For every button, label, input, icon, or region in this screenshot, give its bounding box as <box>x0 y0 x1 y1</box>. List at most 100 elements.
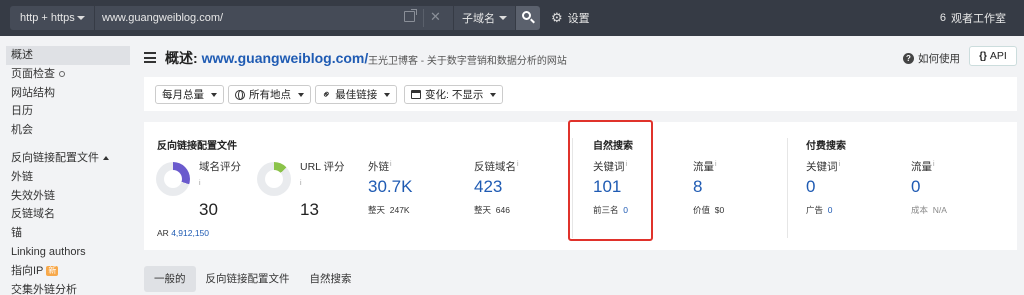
dropdown-label: 最佳链接 <box>335 89 378 101</box>
dropdown-label: 所有地点 <box>249 89 291 101</box>
sidebar-section-label: 反向链接配置文件 <box>11 151 99 164</box>
sidebar-section-backlink-profile[interactable]: 反向链接配置文件 <box>0 149 130 168</box>
globe-icon <box>235 89 245 100</box>
referring-domains-value[interactable]: 423 <box>474 177 502 197</box>
observer-button[interactable]: 6 观者工作室 <box>940 10 1006 26</box>
code-braces-icon: {} <box>979 50 987 62</box>
search-icon <box>59 70 65 77</box>
page-title-url[interactable]: www.guangweiblog.com/ <box>202 50 369 66</box>
calendar-icon <box>411 90 421 99</box>
question-icon: ? <box>903 53 914 64</box>
sidebar-item-linking-authors[interactable]: Linking authors <box>0 243 130 262</box>
chevron-down-icon <box>298 92 304 97</box>
sidebar-item-label: 指向IP <box>11 264 44 277</box>
location-dropdown[interactable]: 所有地点 <box>228 85 311 104</box>
chevron-down-icon <box>77 16 85 20</box>
ahrefs-rank-value[interactable]: 4,912,150 <box>171 228 209 238</box>
metric-label-text: 流量 <box>693 161 714 173</box>
sidebar-item-referring-ips[interactable]: 指向IP 新 <box>0 262 130 281</box>
info-icon[interactable]: i <box>933 161 935 168</box>
sidebar-item-referring-domains[interactable]: 反链域名 <box>0 205 130 224</box>
chevron-down-icon <box>384 92 391 97</box>
info-icon[interactable]: i <box>199 180 201 187</box>
link-icon: ⚭ <box>319 87 335 103</box>
monthly-volume-dropdown[interactable]: 每月总量 <box>155 85 224 104</box>
search-button[interactable] <box>516 6 540 30</box>
how-to-use-link[interactable]: ? 如何使用 <box>903 51 960 66</box>
paid-keywords-label: 关键词i <box>806 159 840 174</box>
page-title-prefix: 概述: <box>165 50 202 66</box>
external-link-icon[interactable] <box>404 9 417 22</box>
dropdown-label: 每月总量 <box>162 89 204 101</box>
chevron-up-icon <box>103 156 109 161</box>
info-icon[interactable]: i <box>839 161 841 168</box>
paid-ads: 广告 0 <box>806 204 832 216</box>
organic-traffic-value-usd: 价值 $0 <box>693 204 724 216</box>
sidebar-item-label: 日历 <box>11 105 33 118</box>
paid-traffic-value[interactable]: 0 <box>911 177 920 197</box>
sidebar-item-broken-backlinks[interactable]: 失效外链 <box>0 187 130 206</box>
sidebar-item-label: 反链域名 <box>11 208 55 221</box>
url-input[interactable]: www.guangweiblog.com/ <box>95 6 453 30</box>
referring-domains-label: 反链域名i <box>474 159 519 174</box>
mode-label: 子域名 <box>462 13 495 25</box>
backlinks-value[interactable]: 30.7K <box>368 177 412 197</box>
close-icon[interactable]: ✕ <box>430 9 441 25</box>
tab-general[interactable]: 一般的 <box>144 266 196 292</box>
ahrefs-rank-label: AR <box>157 228 169 238</box>
sidebar: 概述 页面检查 网站结构 日历 机会 反向链接配置文件 外链 失效外链 反链域名… <box>0 36 130 295</box>
protocol-select[interactable]: http + https <box>10 6 94 30</box>
metric-label-text: 关键词 <box>806 161 838 173</box>
sub-label: 广告 <box>806 205 824 215</box>
chevron-down-icon <box>211 92 217 97</box>
new-badge: 新 <box>46 265 59 276</box>
paid-keywords-value[interactable]: 0 <box>806 177 815 197</box>
sidebar-item-link-intersect[interactable]: 交集外链分析 <box>0 281 130 295</box>
paid-search-title: 付费搜索 <box>806 141 846 152</box>
domain-rating-donut <box>156 162 190 196</box>
url-rating-value: 13 <box>300 200 319 219</box>
info-icon[interactable]: i <box>517 161 519 168</box>
divider <box>423 9 424 27</box>
sub-value: 646 <box>495 205 510 215</box>
gear-icon: ⚙ <box>551 10 563 25</box>
sidebar-item-page-inspect[interactable]: 页面检查 <box>0 65 130 84</box>
sidebar-item-label: 网站结构 <box>11 86 55 99</box>
dropdown-label: 变化: 不显示 <box>425 89 484 101</box>
menu-icon[interactable] <box>144 52 156 63</box>
divider <box>787 138 788 238</box>
mode-select[interactable]: 子域名 <box>453 6 515 30</box>
metric-label-text: URL 评分 <box>300 161 345 173</box>
page-subtitle: 王光卫博客 - 关于数字营销和数据分析的网站 <box>368 56 567 67</box>
info-icon[interactable]: i <box>300 180 302 187</box>
sidebar-item-backlinks[interactable]: 外链 <box>0 168 130 187</box>
sidebar-item-site-structure[interactable]: 网站结构 <box>0 84 130 103</box>
sub-value[interactable]: 0 <box>828 205 833 215</box>
sidebar-item-calendar[interactable]: 日历 <box>0 102 130 121</box>
sidebar-item-overview[interactable]: 概述 <box>6 46 130 65</box>
sidebar-item-label: 机会 <box>11 124 33 137</box>
tab-backlink-profile[interactable]: 反向链接配置文件 <box>196 266 300 292</box>
backlinks-label: 外链i <box>368 159 392 174</box>
search-icon-handle <box>530 18 535 24</box>
chevron-down-icon <box>490 92 497 97</box>
settings-button[interactable]: ⚙ 设置 <box>551 10 590 26</box>
domain-rating-value: 30 <box>199 200 218 219</box>
sidebar-item-label: 页面检查 <box>11 67 55 80</box>
referring-domains-all-time: 整天 646 <box>474 204 510 216</box>
sidebar-item-opportunities[interactable]: 机会 <box>0 121 130 140</box>
tab-organic-search[interactable]: 自然搜索 <box>300 266 362 292</box>
metric-label-text: 外链 <box>368 161 389 173</box>
best-links-dropdown[interactable]: ⚭ 最佳链接 <box>315 85 398 104</box>
info-icon[interactable]: i <box>390 161 392 168</box>
sidebar-item-anchors[interactable]: 锚 <box>0 224 130 243</box>
backlink-profile-title: 反向链接配置文件 <box>157 141 237 152</box>
page-title: 概述: www.guangweiblog.com/ <box>165 48 368 68</box>
organic-traffic-value[interactable]: 8 <box>693 177 702 197</box>
url-value: www.guangweiblog.com/ <box>102 12 224 24</box>
highlight-box <box>568 120 653 241</box>
api-button[interactable]: {} API <box>969 46 1017 66</box>
change-dropdown[interactable]: 变化: 不显示 <box>404 85 504 104</box>
tab-bar: 一般的 反向链接配置文件 自然搜索 <box>144 266 362 292</box>
info-icon[interactable]: i <box>715 161 717 168</box>
